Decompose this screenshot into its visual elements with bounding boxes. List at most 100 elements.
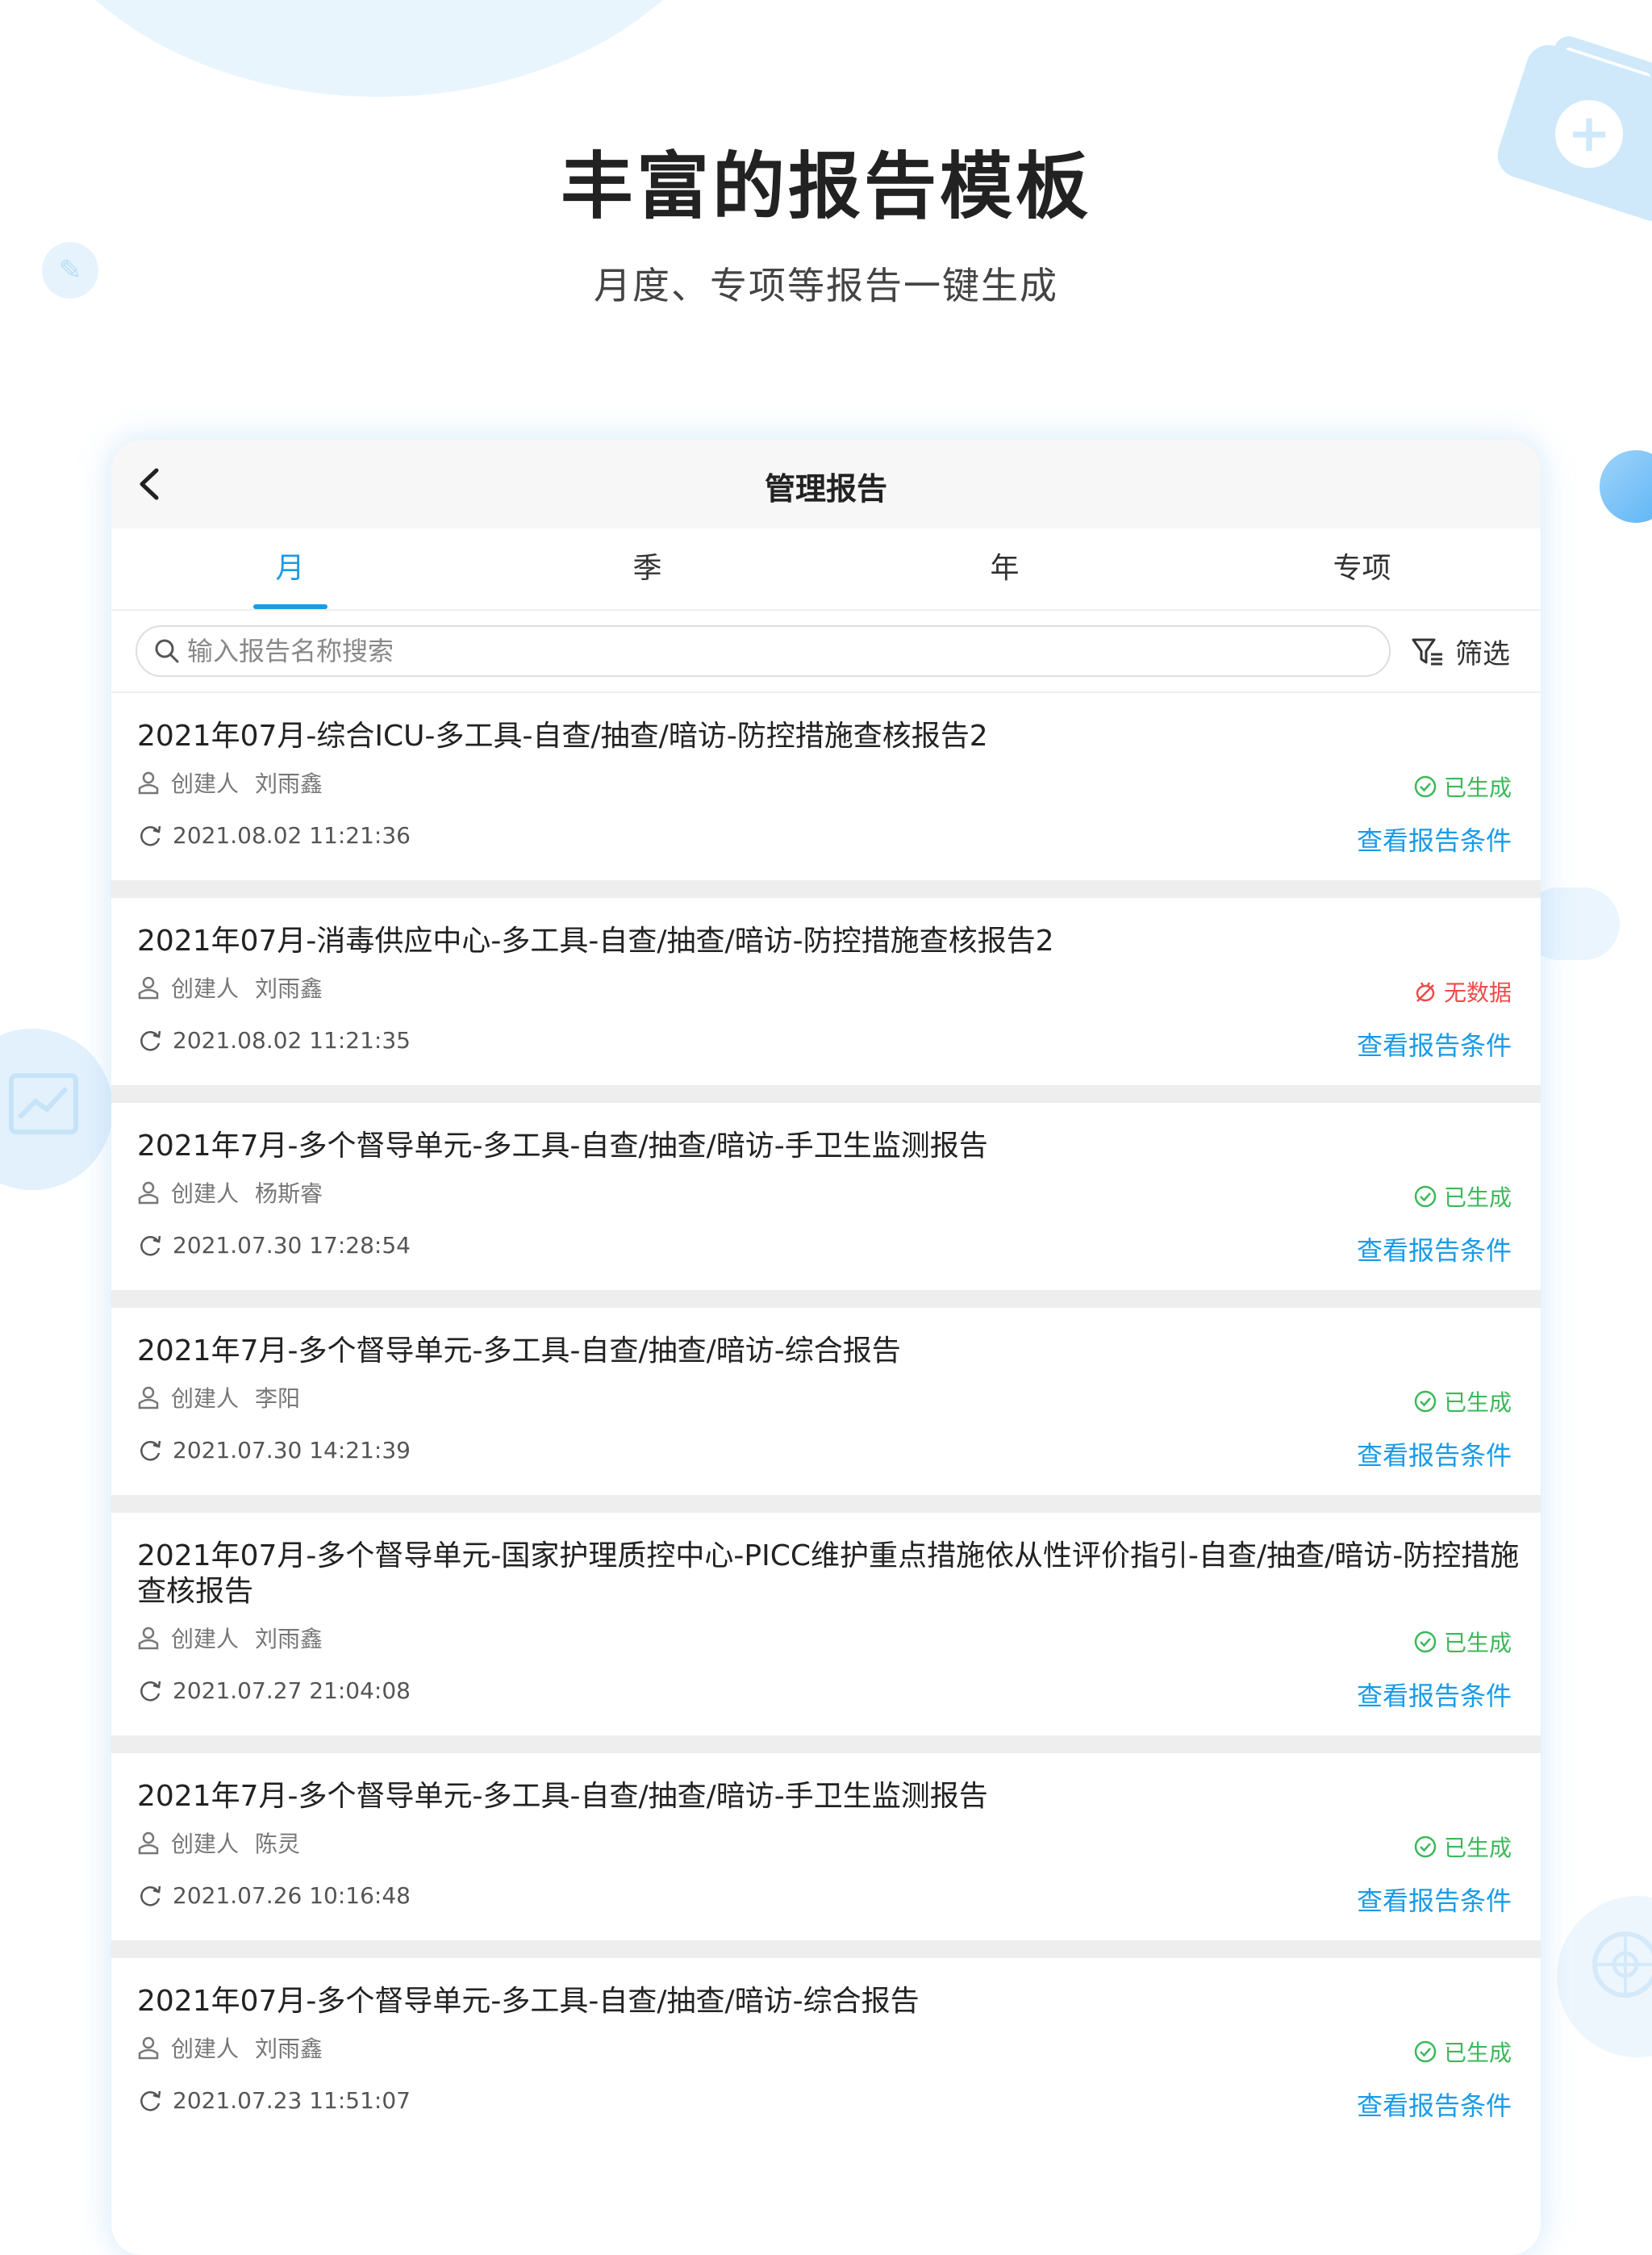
view-conditions-link[interactable]: 查看报告条件: [1357, 821, 1512, 858]
status-text: 已生成: [1443, 1389, 1512, 1416]
person-icon: [138, 1386, 159, 1409]
creator-name: 刘雨鑫: [255, 975, 323, 1002]
report-time: 2021.07.27 21:04:08: [173, 1677, 411, 1704]
tab-year[interactable]: 年: [826, 528, 1183, 609]
tab-special[interactable]: 专项: [1183, 528, 1541, 609]
person-icon: [138, 1831, 159, 1855]
refresh-icon: [140, 1440, 161, 1461]
report-time: 2021.07.30 17:28:54: [173, 1231, 411, 1259]
filter-button[interactable]: 筛选: [1410, 632, 1510, 671]
time-row: 2021.08.02 11:21:35 查看报告条件: [137, 1016, 1512, 1064]
search-icon: [155, 639, 179, 663]
filter-icon: [1412, 638, 1442, 666]
report-title: 2021年07月-多个督导单元-国家护理质控中心-PICC维护重点措施依从性评价…: [137, 1539, 1520, 1608]
check-circle-icon: [1414, 1390, 1437, 1413]
decorative-dot: [1600, 450, 1652, 523]
status-badge: 已生成: [1413, 1626, 1512, 1658]
report-item[interactable]: 2021年07月-多个督导单元-国家护理质控中心-PICC维护重点措施依从性评价…: [111, 1513, 1541, 1735]
refresh-icon: [140, 2090, 161, 2111]
creator-label: 创建人: [171, 975, 240, 1002]
report-item[interactable]: 2021年07月-综合ICU-多工具-自查/抽查/暗访-防控措施查核报告2 创建…: [111, 693, 1541, 880]
person-icon: [138, 771, 159, 795]
view-conditions-link[interactable]: 查看报告条件: [1357, 1435, 1512, 1472]
refresh-icon: [140, 825, 161, 846]
view-conditions-link[interactable]: 查看报告条件: [1357, 1230, 1512, 1267]
check-circle-icon: [1414, 1185, 1437, 1208]
refresh-icon: [140, 1681, 161, 1702]
status-badge: 已生成: [1413, 1385, 1512, 1418]
report-title: 2021年07月-综合ICU-多工具-自查/抽查/暗访-防控措施查核报告2: [137, 720, 988, 753]
time-row: 2021.07.30 17:28:54 查看报告条件: [137, 1221, 1512, 1269]
view-conditions-link[interactable]: 查看报告条件: [1357, 2086, 1512, 2123]
status-text: 已生成: [1443, 1184, 1512, 1211]
person-icon: [138, 976, 159, 1000]
time-row: 2021.07.27 21:04:08 查看报告条件: [137, 1666, 1512, 1714]
creator-row: 创建人 杨斯睿 已生成: [137, 1164, 1512, 1221]
creator-row: 创建人 李阳 已生成: [137, 1369, 1512, 1426]
report-item[interactable]: 2021年07月-消毒供应中心-多工具-自查/抽查/暗访-防控措施查核报告2 创…: [111, 898, 1541, 1085]
creator-name: 刘雨鑫: [255, 1626, 323, 1652]
status-badge: 已生成: [1413, 770, 1512, 803]
report-item[interactable]: 2021年7月-多个督导单元-多工具-自查/抽查/暗访-手卫生监测报告 创建人 …: [111, 1103, 1541, 1290]
period-tabs: 月 季 年 专项: [111, 528, 1541, 611]
status-text: 已生成: [1443, 775, 1512, 801]
creator-name: 刘雨鑫: [255, 770, 323, 797]
headline: 丰富的报告模板: [561, 144, 1091, 229]
creator-row: 创建人 刘雨鑫 已生成: [137, 2019, 1512, 2076]
status-badge: 已生成: [1413, 2036, 1512, 2068]
search-bar: 筛选: [111, 611, 1541, 693]
report-list: 2021年07月-综合ICU-多工具-自查/抽查/暗访-防控措施查核报告2 创建…: [111, 693, 1541, 2145]
report-time: 2021.07.26 10:16:48: [173, 1881, 411, 1909]
search-box[interactable]: [136, 625, 1391, 677]
report-title: 2021年7月-多个督导单元-多工具-自查/抽查/暗访-手卫生监测报告: [137, 1130, 988, 1163]
search-input[interactable]: [186, 635, 1318, 667]
check-circle-icon: [1414, 1835, 1437, 1858]
creator-name: 刘雨鑫: [255, 2036, 323, 2062]
check-circle-icon: [1414, 1631, 1437, 1653]
time-row: 2021.07.26 10:16:48 查看报告条件: [137, 1871, 1512, 1919]
status-text: 已生成: [1443, 1630, 1512, 1656]
creator-row: 创建人 刘雨鑫 已生成: [137, 1610, 1512, 1666]
report-time: 2021.07.23 11:51:07: [173, 2086, 411, 2114]
creator-name: 陈灵: [255, 1831, 301, 1857]
time-row: 2021.07.23 11:51:07 查看报告条件: [137, 2076, 1512, 2124]
report-title: 2021年07月-消毒供应中心-多工具-自查/抽查/暗访-防控措施查核报告2: [137, 925, 1054, 958]
tab-quarter[interactable]: 季: [469, 528, 826, 609]
wheel-icon: [1557, 1896, 1652, 2057]
view-conditions-link[interactable]: 查看报告条件: [1357, 1676, 1512, 1713]
view-conditions-link[interactable]: 查看报告条件: [1357, 1025, 1512, 1063]
subheadline: 月度、专项等报告一键生成: [594, 264, 1058, 307]
navbar: 管理报告: [111, 440, 1541, 528]
report-title: 2021年07月-多个督导单元-多工具-自查/抽查/暗访-综合报告: [137, 1985, 920, 2018]
report-item[interactable]: 2021年7月-多个督导单元-多工具-自查/抽查/暗访-手卫生监测报告 创建人 …: [111, 1753, 1541, 1940]
tab-month[interactable]: 月: [111, 528, 469, 609]
report-item[interactable]: 2021年07月-多个督导单元-多工具-自查/抽查/暗访-综合报告 创建人 刘雨…: [111, 1958, 1541, 2145]
status-badge: 已生成: [1413, 1180, 1512, 1213]
creator-label: 创建人: [171, 2036, 240, 2062]
report-item[interactable]: 2021年7月-多个督导单元-多工具-自查/抽查/暗访-综合报告 创建人 李阳 …: [111, 1308, 1541, 1495]
creator-row: 创建人 刘雨鑫 已生成: [137, 754, 1512, 811]
refresh-icon: [140, 1030, 161, 1051]
no-data-icon: [1416, 982, 1435, 1002]
creator-label: 创建人: [171, 1626, 240, 1652]
view-conditions-link[interactable]: 查看报告条件: [1357, 1881, 1512, 1918]
creator-label: 创建人: [171, 770, 240, 797]
creator-row: 创建人 刘雨鑫 无数据: [137, 959, 1512, 1016]
creator-name: 杨斯睿: [255, 1180, 323, 1207]
refresh-icon: [140, 1885, 161, 1906]
report-title: 2021年7月-多个督导单元-多工具-自查/抽查/暗访-综合报告: [137, 1334, 901, 1368]
creator-row: 创建人 陈灵 已生成: [137, 1814, 1512, 1871]
person-icon: [138, 2036, 159, 2060]
status-badge: 已生成: [1413, 1831, 1512, 1863]
status-text: 已生成: [1443, 2040, 1512, 2066]
filter-label: 筛选: [1455, 637, 1510, 670]
status-text: 已生成: [1443, 1835, 1512, 1861]
trend-chart-icon: [0, 1029, 113, 1190]
person-icon: [138, 1181, 159, 1205]
person-icon: [138, 1627, 159, 1650]
status-badge: 无数据: [1413, 975, 1512, 1008]
background-blob: [16, 0, 742, 97]
check-circle-icon: [1414, 775, 1437, 798]
creator-label: 创建人: [171, 1180, 240, 1207]
report-time: 2021.08.02 11:21:35: [173, 1026, 411, 1054]
